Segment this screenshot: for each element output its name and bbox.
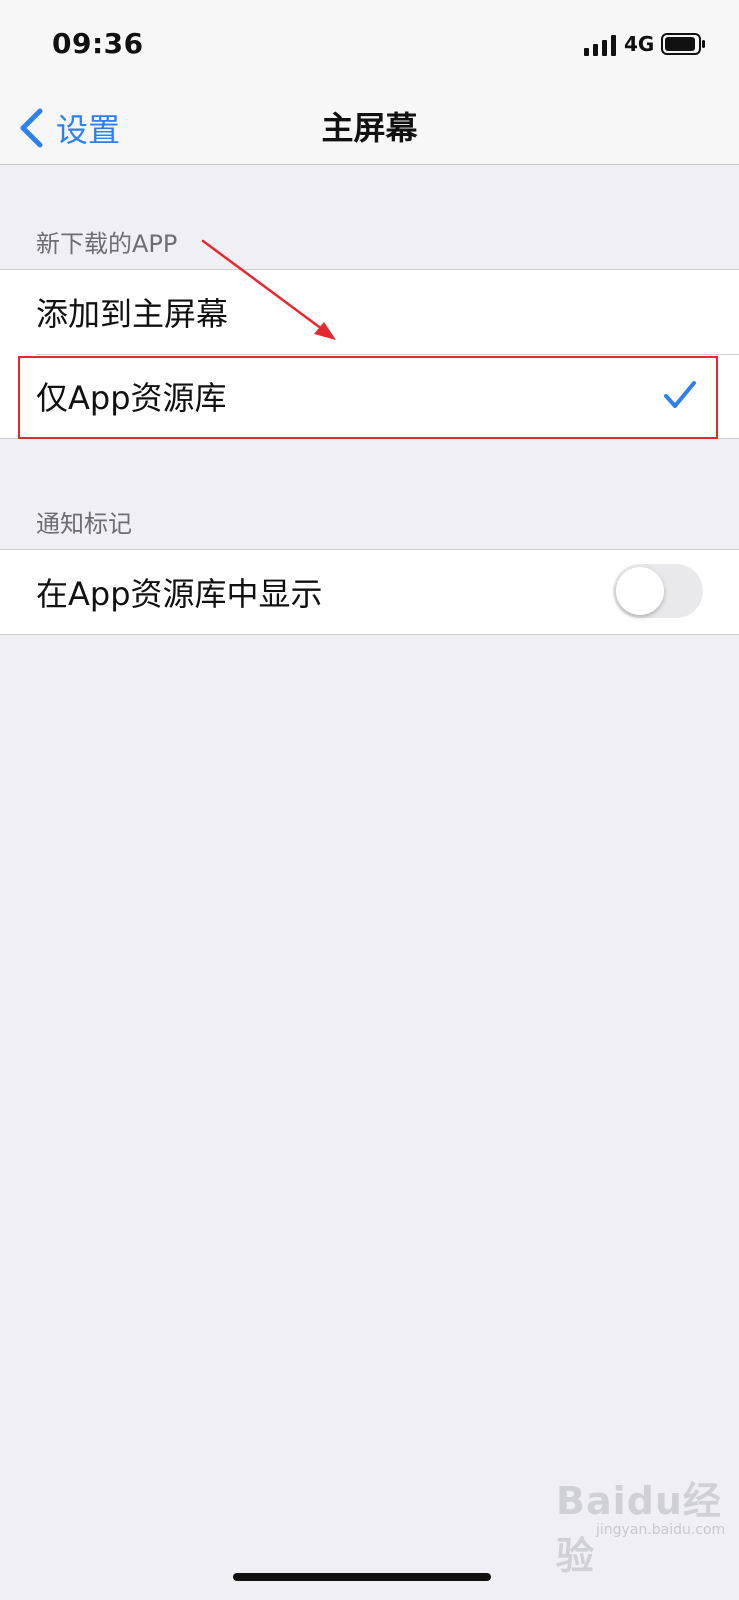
chevron-left-icon <box>20 108 43 148</box>
show-in-app-library-row: 在App资源库中显示 <box>0 550 739 634</box>
checkmark-icon <box>664 381 696 408</box>
cellular-signal-icon <box>584 35 616 56</box>
option-app-library-only[interactable]: 仅App资源库 <box>0 354 739 438</box>
toggle-knob <box>616 567 664 615</box>
status-time: 09:36 <box>52 27 144 60</box>
option-label: 添加到主屏幕 <box>36 295 229 333</box>
section-header-new-downloads: 新下载的APP <box>36 230 178 258</box>
option-add-to-home-screen[interactable]: 添加到主屏幕 <box>0 270 739 354</box>
battery-icon <box>661 33 705 55</box>
section-header-notification-badges: 通知标记 <box>36 510 132 538</box>
navigation-bar: 主屏幕 设置 <box>0 92 739 165</box>
back-button-label: 设置 <box>56 111 121 149</box>
option-label: 仅App资源库 <box>36 379 227 417</box>
back-button[interactable]: 设置 <box>18 100 120 156</box>
network-type-label: 4G <box>624 32 655 56</box>
home-indicator[interactable] <box>233 1573 491 1581</box>
show-in-app-library-toggle[interactable] <box>613 564 703 618</box>
new-downloads-group: 添加到主屏幕 仅App资源库 <box>0 269 739 439</box>
watermark-url: jingyan.baidu.com <box>596 1522 726 1538</box>
toggle-label: 在App资源库中显示 <box>36 575 323 613</box>
notification-badges-group: 在App资源库中显示 <box>0 549 739 635</box>
status-bar: 09:36 4G <box>0 0 739 92</box>
